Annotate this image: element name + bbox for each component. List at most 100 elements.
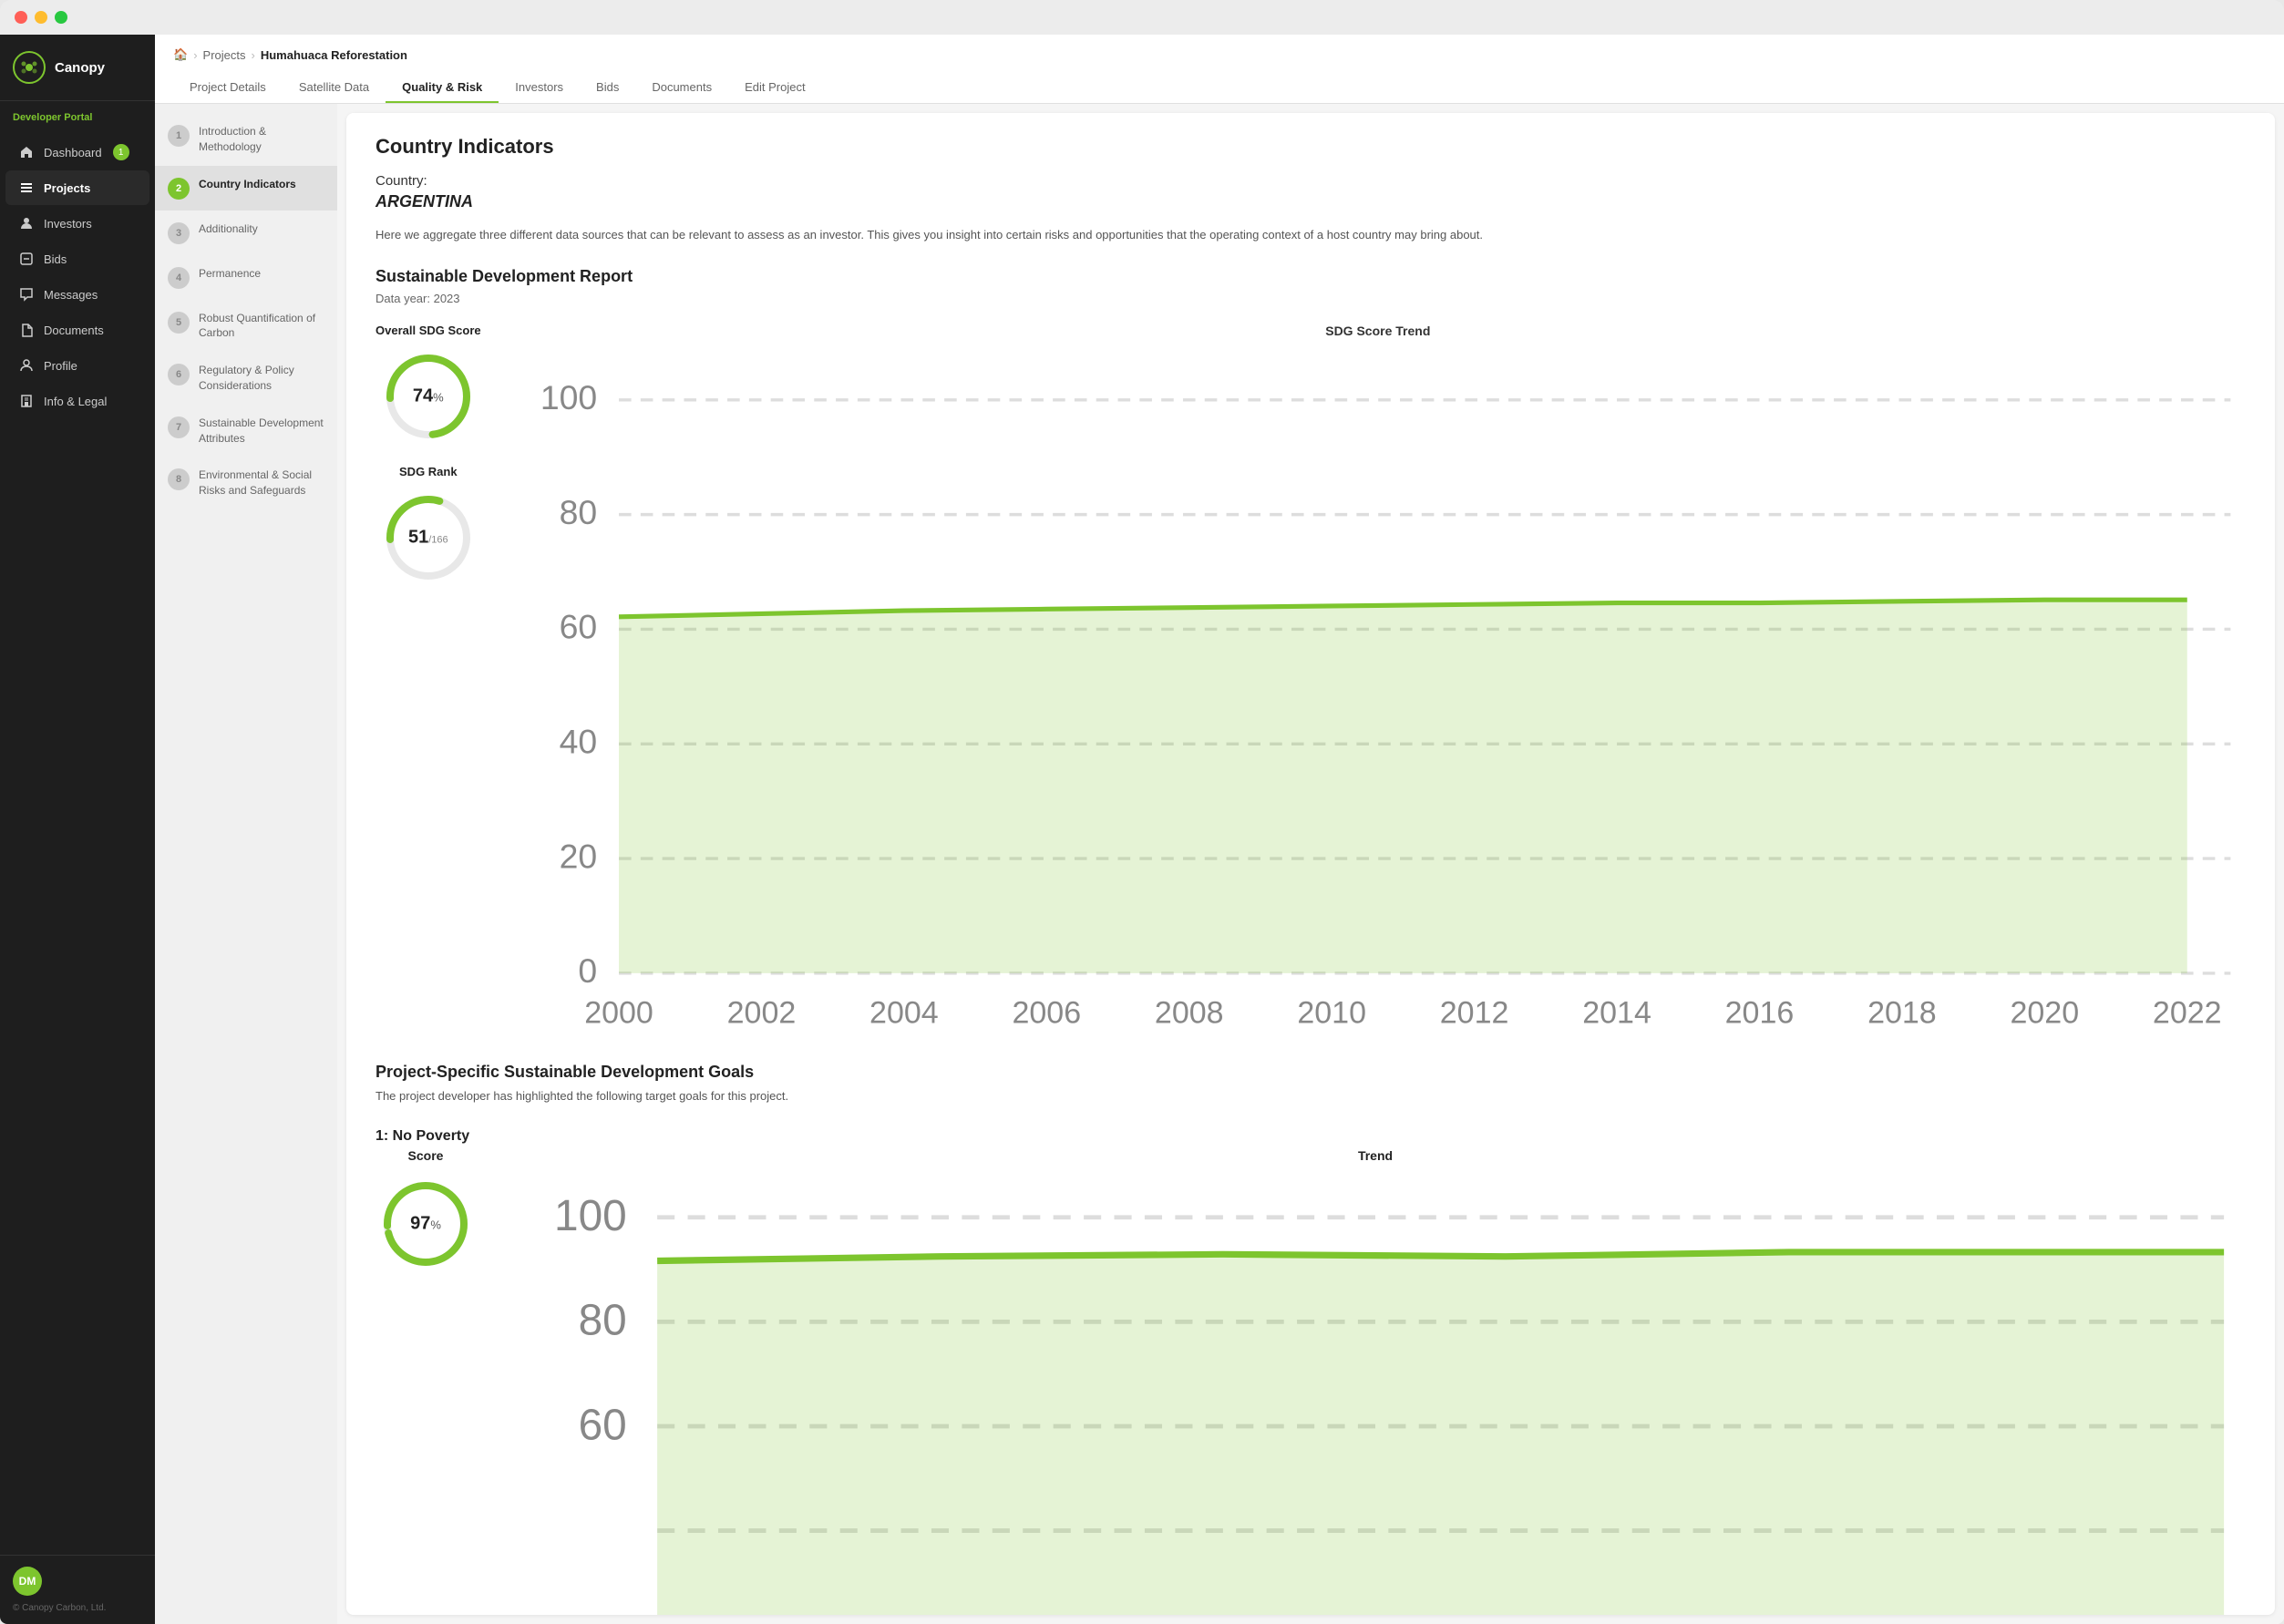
svg-text:100: 100 bbox=[540, 378, 596, 416]
breadcrumb-sep2: › bbox=[252, 48, 255, 62]
tab-edit-project[interactable]: Edit Project bbox=[728, 73, 821, 103]
goal1-score-number: 97 bbox=[410, 1213, 430, 1233]
logo-icon bbox=[13, 51, 46, 84]
sidebar-item-messages[interactable]: Messages bbox=[5, 277, 149, 312]
step-num-4: 4 bbox=[168, 267, 190, 289]
building-icon bbox=[18, 393, 35, 409]
country-name: ARGENTINA bbox=[376, 192, 2246, 211]
sidebar-section-label: Developer Portal bbox=[0, 101, 155, 127]
topbar: 🏠 › Projects › Humahuaca Reforestation P… bbox=[155, 35, 2284, 104]
doc-icon bbox=[18, 322, 35, 338]
overall-sdg-number: 74 bbox=[413, 385, 433, 406]
description-text: Here we aggregate three different data s… bbox=[376, 226, 2246, 245]
sdg-goals-section: Project-Specific Sustainable Development… bbox=[376, 1063, 2246, 1615]
step-num-8: 8 bbox=[168, 468, 190, 490]
step-num-1: 1 bbox=[168, 125, 190, 147]
sdg-rank-value: 51/166 bbox=[408, 527, 448, 548]
step-2[interactable]: 2 Country Indicators bbox=[155, 166, 337, 211]
step-num-5: 5 bbox=[168, 312, 190, 334]
tab-quality-risk[interactable]: Quality & Risk bbox=[386, 73, 499, 103]
sdg-row: Overall SDG Score 74% bbox=[376, 324, 2246, 1033]
step-8[interactable]: 8 Environmental & Social Risks and Safeg… bbox=[155, 457, 337, 509]
step-num-3: 3 bbox=[168, 222, 190, 244]
tab-satellite-data[interactable]: Satellite Data bbox=[283, 73, 386, 103]
sdg-trend-chart: 100 80 60 40 20 0 bbox=[510, 347, 2246, 1029]
step-label-8: Environmental & Social Risks and Safegua… bbox=[199, 468, 324, 499]
home-breadcrumb-icon[interactable]: 🏠 bbox=[173, 47, 188, 62]
copyright-text: © Canopy Carbon, Ltd. bbox=[13, 1603, 142, 1613]
close-button[interactable] bbox=[15, 11, 27, 24]
step-6[interactable]: 6 Regulatory & Policy Considerations bbox=[155, 352, 337, 405]
svg-text:2014: 2014 bbox=[1582, 995, 1651, 1029]
sdg-rank-label: SDG Rank bbox=[376, 465, 481, 478]
window-chrome bbox=[0, 0, 2284, 35]
tab-investors[interactable]: Investors bbox=[499, 73, 580, 103]
step-5[interactable]: 5 Robust Quantification of Carbon bbox=[155, 300, 337, 353]
country-label: Country: bbox=[376, 173, 2246, 189]
goal1-trend-chart: 100 80 60 bbox=[505, 1174, 2246, 1615]
tab-documents[interactable]: Documents bbox=[635, 73, 728, 103]
app-window: Canopy Developer Portal Dashboard 1 bbox=[0, 35, 2284, 1624]
step-4[interactable]: 4 Permanence bbox=[155, 255, 337, 300]
sidebar-item-investors[interactable]: Investors bbox=[5, 206, 149, 241]
goals-desc: The project developer has highlighted th… bbox=[376, 1087, 2246, 1106]
overall-sdg-gauge: Overall SDG Score 74% bbox=[376, 324, 481, 447]
sidebar-nav: Dashboard 1 Projects Investors bbox=[0, 127, 155, 1555]
overall-sdg-label: Overall SDG Score bbox=[376, 324, 481, 337]
sdg-rank-gauge: SDG Rank 51/166 bbox=[376, 465, 481, 588]
svg-text:2000: 2000 bbox=[584, 995, 653, 1029]
goal1-trend-col: Trend 100 80 6 bbox=[505, 1148, 2246, 1615]
goal1-score-unit: % bbox=[430, 1218, 441, 1231]
step-label-3: Additionality bbox=[199, 221, 258, 237]
goal1-title: 1: No Poverty bbox=[376, 1128, 2246, 1145]
tag-icon bbox=[18, 251, 35, 267]
goal1-score-gauge: 97% bbox=[376, 1174, 476, 1274]
sidebar: Canopy Developer Portal Dashboard 1 bbox=[0, 35, 155, 1624]
list-icon bbox=[18, 180, 35, 196]
sidebar-label-documents: Documents bbox=[44, 324, 104, 337]
svg-text:2008: 2008 bbox=[1155, 995, 1224, 1029]
user-icon bbox=[18, 357, 35, 374]
sidebar-label-info-legal: Info & Legal bbox=[44, 395, 107, 408]
sdg-trend-chart-area: SDG Score Trend 100 80 60 40 20 0 bbox=[510, 324, 2246, 1033]
step-1[interactable]: 1 Introduction & Methodology bbox=[155, 113, 337, 166]
step-num-6: 6 bbox=[168, 364, 190, 385]
svg-text:2016: 2016 bbox=[1724, 995, 1794, 1029]
maximize-button[interactable] bbox=[55, 11, 67, 24]
breadcrumb-current: Humahuaca Reforestation bbox=[261, 48, 407, 62]
svg-text:2022: 2022 bbox=[2153, 995, 2222, 1029]
breadcrumb-projects[interactable]: Projects bbox=[203, 48, 246, 62]
home-icon bbox=[18, 144, 35, 160]
steps-panel: 1 Introduction & Methodology 2 Country I… bbox=[155, 104, 337, 1624]
sidebar-item-profile[interactable]: Profile bbox=[5, 348, 149, 383]
step-label-7: Sustainable Development Attributes bbox=[199, 416, 324, 447]
sidebar-label-projects: Projects bbox=[44, 181, 90, 195]
step-label-6: Regulatory & Policy Considerations bbox=[199, 363, 324, 394]
svg-text:2002: 2002 bbox=[726, 995, 796, 1029]
step-7[interactable]: 7 Sustainable Development Attributes bbox=[155, 405, 337, 457]
tab-bids[interactable]: Bids bbox=[580, 73, 635, 103]
svg-text:40: 40 bbox=[559, 722, 597, 760]
sdg-section-title: Sustainable Development Report bbox=[376, 267, 2246, 286]
sidebar-label-profile: Profile bbox=[44, 359, 77, 373]
svg-text:60: 60 bbox=[579, 1401, 627, 1449]
sidebar-item-projects[interactable]: Projects bbox=[5, 170, 149, 205]
step-3[interactable]: 3 Additionality bbox=[155, 211, 337, 255]
sidebar-item-info-legal[interactable]: Info & Legal bbox=[5, 384, 149, 418]
sdg-chart-title: SDG Score Trend bbox=[510, 324, 2246, 338]
sidebar-item-documents[interactable]: Documents bbox=[5, 313, 149, 347]
section-title: Country Indicators bbox=[376, 135, 2246, 159]
chat-icon bbox=[18, 286, 35, 303]
sidebar-item-dashboard[interactable]: Dashboard 1 bbox=[5, 135, 149, 170]
sidebar-item-bids[interactable]: Bids bbox=[5, 242, 149, 276]
svg-text:0: 0 bbox=[578, 951, 597, 990]
breadcrumb-sep1: › bbox=[193, 48, 197, 62]
sidebar-footer: DM © Canopy Carbon, Ltd. bbox=[0, 1555, 155, 1624]
data-year: Data year: 2023 bbox=[376, 292, 2246, 305]
goal1-score-value: 97% bbox=[410, 1213, 441, 1234]
person-icon bbox=[18, 215, 35, 231]
avatar[interactable]: DM bbox=[13, 1567, 42, 1596]
tab-project-details[interactable]: Project Details bbox=[173, 73, 283, 103]
minimize-button[interactable] bbox=[35, 11, 47, 24]
svg-text:2012: 2012 bbox=[1439, 995, 1508, 1029]
